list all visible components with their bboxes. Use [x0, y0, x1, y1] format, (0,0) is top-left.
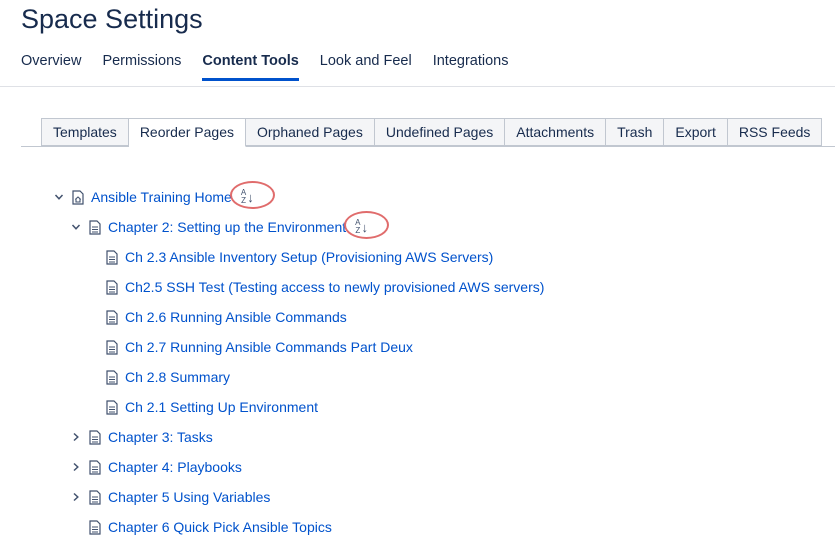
nav-permissions[interactable]: Permissions	[102, 53, 181, 81]
tree-link-page[interactable]: Ch 2.8 Summary	[125, 369, 230, 385]
chevron-down-icon[interactable]	[71, 222, 81, 232]
chevron-right-icon[interactable]	[71, 432, 81, 442]
tree-link-chapter-4[interactable]: Chapter 4: Playbooks	[108, 459, 242, 475]
sort-alphabetically-button[interactable]: AZ ↓	[344, 211, 390, 239]
content-tools-tabs: Templates Reorder Pages Orphaned Pages U…	[21, 118, 835, 147]
tree-node-chapter-6: Chapter 6 Quick Pick Ansible Topics	[71, 516, 332, 538]
tree-node-chapter-2: Chapter 2: Setting up the Environment AZ…	[71, 211, 390, 239]
nav-look-and-feel[interactable]: Look and Feel	[320, 53, 412, 81]
tree-link-page[interactable]: Ch 2.1 Setting Up Environment	[125, 399, 318, 415]
chevron-down-icon[interactable]	[54, 192, 64, 202]
tree-node-chapter-3: Chapter 3: Tasks	[71, 426, 213, 448]
page-icon	[89, 429, 101, 445]
tab-templates[interactable]: Templates	[41, 118, 129, 146]
tree-link-page[interactable]: Ch 2.6 Running Ansible Commands	[125, 309, 347, 325]
chevron-right-icon[interactable]	[71, 492, 81, 502]
page-icon	[106, 399, 118, 415]
tree-node-child: Ch 2.7 Running Ansible Commands Part Deu…	[106, 336, 413, 358]
tab-undefined-pages[interactable]: Undefined Pages	[374, 118, 506, 146]
page-icon	[106, 369, 118, 385]
page-icon	[89, 219, 101, 235]
tab-attachments[interactable]: Attachments	[505, 118, 607, 146]
tab-rss-feeds[interactable]: RSS Feeds	[727, 118, 823, 146]
page-icon	[89, 459, 101, 475]
tree-node-root: Ansible Training Home AZ ↓	[54, 181, 275, 209]
tree-link-chapter-5[interactable]: Chapter 5 Using Variables	[108, 489, 270, 505]
page-title: Space Settings	[21, 4, 203, 34]
tree-link-chapter-2[interactable]: Chapter 2: Setting up the Environment	[108, 219, 346, 235]
tree-link-page[interactable]: Ch 2.3 Ansible Inventory Setup (Provisio…	[125, 249, 493, 265]
tree-node-child: Ch 2.3 Ansible Inventory Setup (Provisio…	[106, 246, 493, 268]
page-icon	[89, 519, 101, 535]
annotation-circle	[344, 211, 390, 239]
tab-orphaned-pages[interactable]: Orphaned Pages	[245, 118, 375, 146]
nav-overview[interactable]: Overview	[21, 53, 81, 81]
tree-node-chapter-4: Chapter 4: Playbooks	[71, 456, 242, 478]
tab-reorder-pages[interactable]: Reorder Pages	[128, 118, 246, 147]
tree-node-child: Ch 2.8 Summary	[106, 366, 230, 388]
tree-link-page[interactable]: Ch 2.7 Running Ansible Commands Part Deu…	[125, 339, 413, 355]
page-icon	[106, 249, 118, 265]
tree-node-child: Ch 2.1 Setting Up Environment	[106, 396, 318, 418]
space-settings-nav: Overview Permissions Content Tools Look …	[21, 53, 529, 81]
tree-node-child: Ch2.5 SSH Test (Testing access to newly …	[106, 276, 544, 298]
page-icon	[106, 339, 118, 355]
page-icon	[106, 279, 118, 295]
sort-alphabetically-button[interactable]: AZ ↓	[229, 181, 275, 209]
tree-link-page[interactable]: Ch2.5 SSH Test (Testing access to newly …	[125, 279, 544, 295]
tab-export[interactable]: Export	[664, 118, 728, 146]
tree-link-root[interactable]: Ansible Training Home	[91, 189, 232, 205]
nav-integrations[interactable]: Integrations	[433, 53, 509, 81]
annotation-circle	[229, 181, 275, 209]
tree-link-chapter-3[interactable]: Chapter 3: Tasks	[108, 429, 213, 445]
tab-trash[interactable]: Trash	[606, 118, 665, 146]
page-icon	[106, 309, 118, 325]
tree-link-chapter-6[interactable]: Chapter 6 Quick Pick Ansible Topics	[108, 519, 332, 535]
tree-node-chapter-5: Chapter 5 Using Variables	[71, 486, 270, 508]
nav-divider	[0, 86, 835, 87]
nav-content-tools[interactable]: Content Tools	[202, 53, 299, 81]
chevron-right-icon[interactable]	[71, 462, 81, 472]
page-icon	[89, 489, 101, 505]
tree-node-child: Ch 2.6 Running Ansible Commands	[106, 306, 347, 328]
home-page-icon	[72, 189, 84, 205]
